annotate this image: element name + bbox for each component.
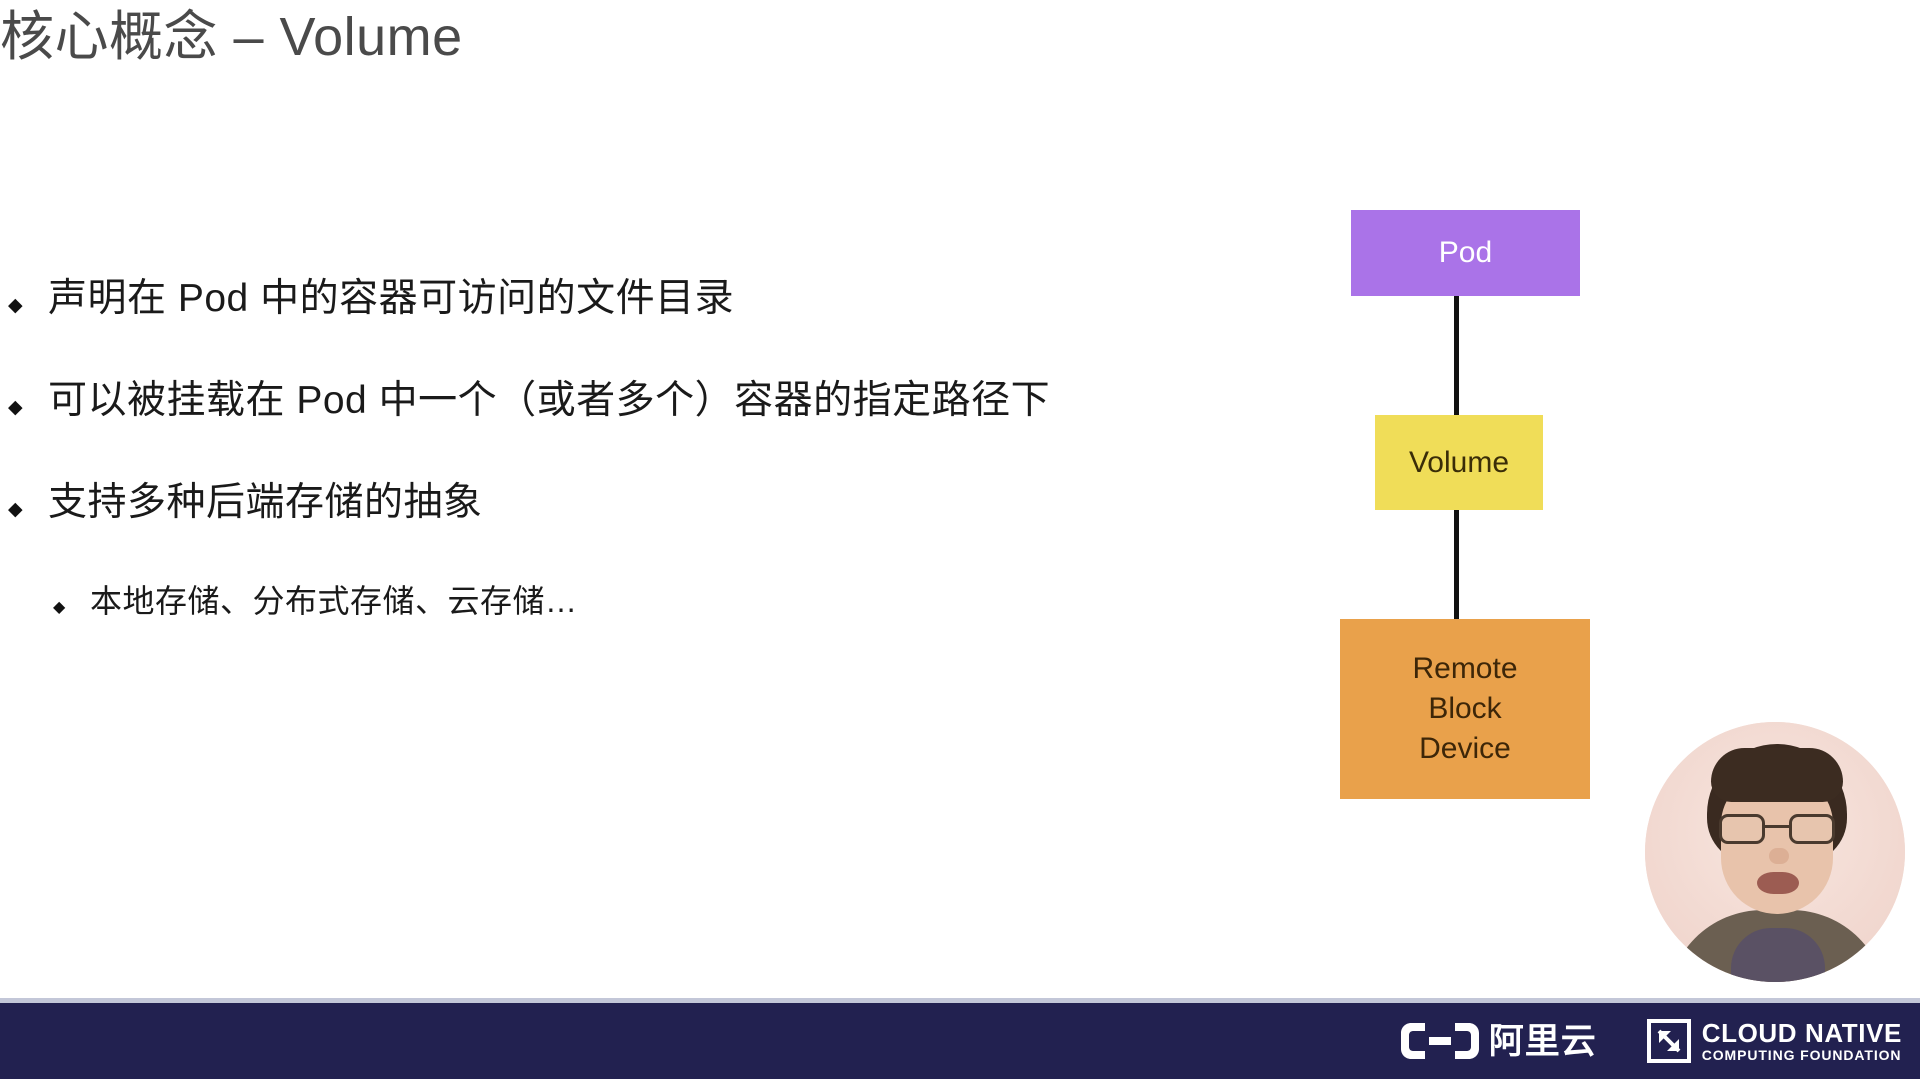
aliyun-bracket-icon [1400,1023,1479,1059]
webcam-presenter-fringe [1711,748,1843,802]
bullet-diamond-icon: ◆ [53,599,66,616]
aliyun-logo-text: 阿里云 [1488,1021,1597,1061]
glasses-bridge [1765,825,1789,828]
bullet-list: ◆ 声明在 Pod 中的容器可访问的文件目录 ◆ 可以被挂载在 Pod 中一个（… [0,275,1340,648]
diagram-node-remote-block-device-label: Remote Block Device [1412,649,1517,769]
cncf-logo-text: CLOUD NATIVE COMPUTING FOUNDATION [1701,1017,1902,1063]
cncf-logo: CLOUD NATIVE COMPUTING FOUNDATION [1646,1017,1902,1063]
glasses-lens-left [1719,814,1765,844]
cncf-mark-icon [1646,1019,1691,1063]
bullet-diamond-icon: ◆ [8,295,23,316]
webcam-presenter-nose [1769,848,1789,864]
webcam-presenter-mouth [1757,872,1799,894]
glasses-lens-right [1789,814,1835,844]
rbd-line-1: Remote [1412,652,1518,685]
bullet-diamond-icon: ◆ [8,397,23,418]
list-item-label: 支持多种后端存储的抽象 [48,481,483,524]
list-item: ◆ 本地存储、分布式存储、云存储… [0,581,1340,628]
connector-pod-volume [1454,287,1459,427]
cncf-logo-line2: COMPUTING FOUNDATION [1701,1046,1902,1063]
list-item: ◆ 可以被挂载在 Pod 中一个（或者多个）容器的指定路径下 [0,377,1340,432]
diagram-node-volume-label: Volume [1408,445,1510,479]
webcam-presenter-glasses [1719,814,1835,844]
diagram-node-volume: Volume [1375,415,1543,510]
rbd-line-3: Device [1419,732,1511,765]
connector-volume-remote-block-device [1454,501,1459,631]
diagram-node-pod: Pod [1351,210,1580,296]
rbd-line-2: Block [1428,692,1502,725]
volume-storage-diagram: Pod Volume Remote Block Device [1330,205,1590,815]
diagram-node-pod-label: Pod [1438,236,1493,269]
bullet-diamond-icon: ◆ [8,499,23,520]
diagram-node-remote-block-device: Remote Block Device [1340,619,1590,799]
list-item: ◆ 声明在 Pod 中的容器可访问的文件目录 [0,275,1340,330]
list-item-label: 本地存储、分布式存储、云存储… [90,583,578,619]
page-title: 核心概念 – Volume [0,7,463,67]
list-item: ◆ 支持多种后端存储的抽象 [0,479,1340,534]
list-item-label: 可以被挂载在 Pod 中一个（或者多个）容器的指定路径下 [48,379,1051,422]
slide-canvas: 核心概念 – Volume ◆ 声明在 Pod 中的容器可访问的文件目录 ◆ 可… [0,0,1920,1079]
footer-bar: 阿里云 CLOUD NATIVE COMPUTING FOUNDATION [0,1003,1920,1079]
aliyun-logo: 阿里云 [1400,1020,1597,1062]
cncf-logo-line1: CLOUD NATIVE [1701,1017,1902,1048]
list-item-label: 声明在 Pod 中的容器可访问的文件目录 [48,277,735,320]
presenter-webcam-overlay[interactable] [1645,722,1905,982]
